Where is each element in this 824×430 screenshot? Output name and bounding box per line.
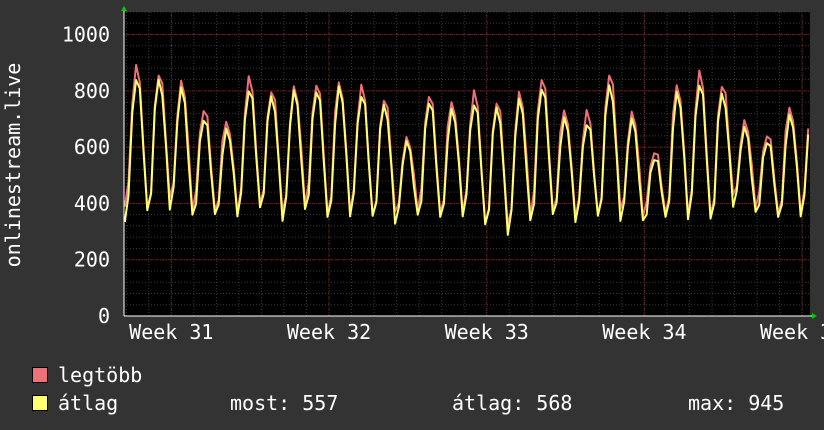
legend-row-max: legtöbb xyxy=(32,364,812,386)
y-tick-label: 400 xyxy=(74,191,110,215)
legend-label-max: legtöbb xyxy=(58,363,143,387)
x-tick-label: Week 31 xyxy=(129,320,213,344)
stat-max-label: max: xyxy=(688,391,737,415)
y-tick-label: 200 xyxy=(74,248,110,272)
stat-average-value: 568 xyxy=(536,391,573,415)
stat-average-label: átlag: xyxy=(452,391,525,415)
x-tick-label: Week 33 xyxy=(445,320,529,344)
stat-current-value: 557 xyxy=(302,391,339,415)
y-tick-label: 800 xyxy=(74,79,110,103)
x-tick-label: Week 35 xyxy=(760,320,824,344)
x-tick-label: Week 34 xyxy=(602,320,686,344)
legend-swatch-avg xyxy=(32,395,48,411)
y-axis-label: onlinestream.live xyxy=(1,63,25,268)
y-tick-labels: 0 200 400 600 800 1000 xyxy=(62,23,110,328)
stat-max-value: 945 xyxy=(748,391,785,415)
legend-row-avg: átlag most: 557 átlag: 568 max: 945 xyxy=(32,392,812,414)
legend-label-avg: átlag xyxy=(58,391,119,415)
stat-current-label: most: xyxy=(230,391,291,415)
stat-current: most: 557 xyxy=(230,392,338,414)
stat-max: max: 945 xyxy=(688,392,784,414)
y-tick-label: 0 xyxy=(98,304,110,328)
x-axis-arrow-icon xyxy=(812,313,817,319)
y-tick-label: 1000 xyxy=(62,23,110,47)
legend-swatch-max xyxy=(32,367,48,383)
y-axis-arrow-icon xyxy=(121,6,127,11)
y-tick-label: 600 xyxy=(74,135,110,159)
stat-average: átlag: 568 xyxy=(452,392,572,414)
x-tick-labels: Week 31 Week 32 Week 33 Week 34 Week 35 xyxy=(129,320,824,344)
x-tick-label: Week 32 xyxy=(287,320,371,344)
